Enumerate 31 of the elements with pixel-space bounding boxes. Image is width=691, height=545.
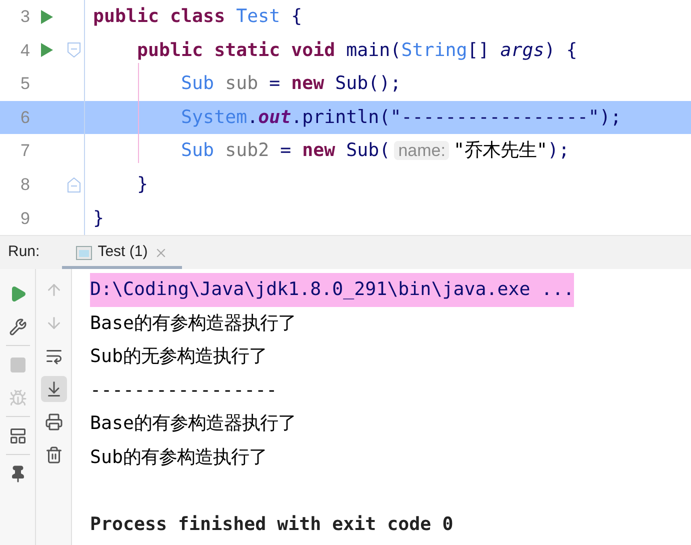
code-line: public class Test { bbox=[93, 5, 302, 30]
code-line: } bbox=[93, 206, 104, 231]
code-line: System.out.println("-----------------"); bbox=[180, 106, 622, 130]
console-line: Base的有参构造器执行了 bbox=[90, 412, 296, 436]
fold-icon[interactable] bbox=[67, 176, 81, 193]
code-line: Sub sub = new Sub(); bbox=[180, 72, 402, 96]
parameter-hint: name: bbox=[394, 141, 450, 160]
run-icon[interactable] bbox=[40, 42, 54, 58]
line-number: 3 bbox=[20, 6, 30, 28]
code-line: } bbox=[136, 173, 148, 198]
line-number: 5 bbox=[20, 73, 30, 96]
panel-label: Run: bbox=[8, 242, 40, 262]
console-icon bbox=[76, 246, 92, 260]
console-line: Base的有参构造器执行了 bbox=[90, 312, 296, 336]
line-number: 4 bbox=[20, 40, 30, 62]
code-line: Sub sub2 = new Sub( name: "乔木先生"); bbox=[180, 139, 570, 164]
console-line: Sub的无参构造执行了 bbox=[90, 345, 268, 370]
console-line: ----------------- bbox=[90, 378, 278, 403]
fold-icon[interactable] bbox=[67, 42, 81, 58]
wrench-icon[interactable] bbox=[8, 318, 26, 336]
line-number: 8 bbox=[20, 174, 30, 196]
console-line: Sub的有参构造执行了 bbox=[90, 446, 268, 470]
console-line: Process finished with exit code 0 bbox=[90, 513, 454, 538]
line-number: 9 bbox=[20, 208, 30, 230]
layout-icon[interactable] bbox=[8, 426, 26, 444]
run-icon[interactable] bbox=[40, 8, 54, 25]
line-number: 7 bbox=[20, 140, 30, 162]
run-tab[interactable]: Test (1) bbox=[62, 236, 182, 269]
code-line: public static void main(String[] args) { bbox=[136, 38, 578, 63]
line-number: 6 bbox=[20, 106, 30, 129]
scroll-to-end-icon[interactable] bbox=[40, 376, 66, 402]
